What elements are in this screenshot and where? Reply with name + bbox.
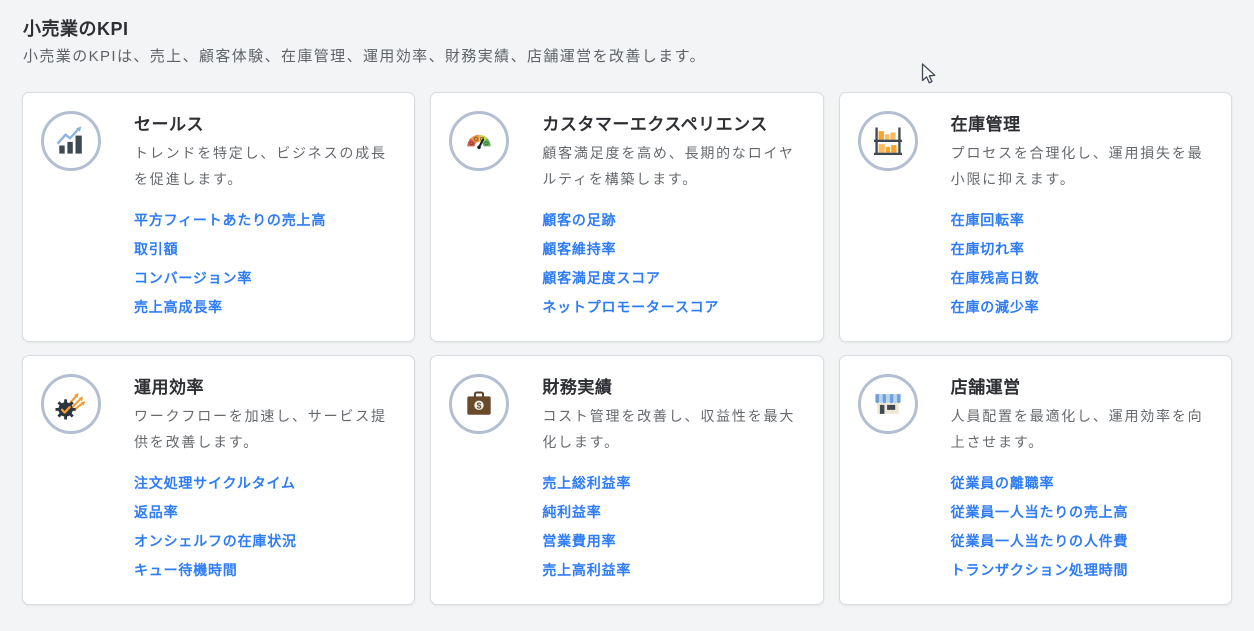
- kpi-card-grid: セールス トレンドを特定し、ビジネスの成長を促進します。 平方フィートあたりの売…: [22, 92, 1232, 605]
- page-title: 小売業のKPI: [23, 18, 1230, 40]
- kpi-link[interactable]: 顧客の足跡: [542, 213, 804, 227]
- kpi-link[interactable]: 取引額: [134, 242, 396, 256]
- card-content: 財務実績 コスト管理を改善し、収益性を最大化します。 売上総利益率純利益率営業費…: [542, 374, 804, 592]
- card-content: 店舗運営 人員配置を最適化し、運用効率を向上させます。 従業員の離職率従業員一人…: [951, 374, 1213, 592]
- kpi-link[interactable]: 注文処理サイクルタイム: [134, 476, 396, 490]
- mouse-cursor: [921, 63, 939, 90]
- kpi-link[interactable]: 売上高利益率: [542, 563, 804, 577]
- card-description: トレンドを特定し、ビジネスの成長を促進します。: [134, 140, 392, 192]
- kpi-link-list: 平方フィートあたりの売上高取引額コンバージョン率売上高成長率: [134, 213, 396, 314]
- card-description: 顧客満足度を高め、長期的なロイヤルティを構築します。: [542, 140, 800, 192]
- kpi-link-list: 顧客の足跡顧客維持率顧客満足度スコアネットプロモータースコア: [542, 213, 804, 314]
- card-title: 運用効率: [134, 376, 396, 400]
- kpi-link[interactable]: 営業費用率: [542, 534, 804, 548]
- card-content: 運用効率 ワークフローを加速し、サービス提供を改善します。 注文処理サイクルタイ…: [134, 374, 396, 592]
- kpi-link-list: 在庫回転率在庫切れ率在庫残高日数在庫の減少率: [951, 213, 1213, 314]
- kpi-link[interactable]: 平方フィートあたりの売上高: [134, 213, 396, 227]
- bar-chart-growth-icon: [53, 123, 89, 159]
- satisfaction-gauge-icon: [461, 123, 497, 159]
- kpi-link[interactable]: 従業員一人当たりの人件費: [951, 534, 1213, 548]
- card-description: コスト管理を改善し、収益性を最大化します。: [542, 403, 800, 455]
- card-title: 財務実績: [542, 376, 804, 400]
- card-description: プロセスを合理化し、運用損失を最小限に抑えます。: [951, 140, 1209, 192]
- kpi-link[interactable]: 売上総利益率: [542, 476, 804, 490]
- briefcase-dollar-icon: $: [461, 386, 497, 422]
- kpi-card: 店舗運営 人員配置を最適化し、運用効率を向上させます。 従業員の離職率従業員一人…: [839, 355, 1232, 605]
- storefront-icon: [870, 386, 906, 422]
- kpi-link[interactable]: オンシェルフの在庫状況: [134, 534, 396, 548]
- kpi-link[interactable]: 在庫切れ率: [951, 242, 1213, 256]
- kpi-link[interactable]: 在庫の減少率: [951, 300, 1213, 314]
- kpi-link[interactable]: 在庫残高日数: [951, 271, 1213, 285]
- gear-check-arrows-icon: [53, 386, 89, 422]
- kpi-card: 運用効率 ワークフローを加速し、サービス提供を改善します。 注文処理サイクルタイ…: [22, 355, 415, 605]
- card-content: 在庫管理 プロセスを合理化し、運用損失を最小限に抑えます。 在庫回転率在庫切れ率…: [951, 111, 1213, 329]
- icon-circle: [41, 111, 101, 171]
- icon-circle: [858, 374, 918, 434]
- kpi-link[interactable]: 純利益率: [542, 505, 804, 519]
- kpi-link[interactable]: 在庫回転率: [951, 213, 1213, 227]
- inventory-shelf-icon: [870, 123, 906, 159]
- card-title: 在庫管理: [951, 113, 1213, 137]
- kpi-link[interactable]: トランザクション処理時間: [951, 563, 1213, 577]
- kpi-link[interactable]: 売上高成長率: [134, 300, 396, 314]
- card-title: 店舗運営: [951, 376, 1213, 400]
- kpi-card: 在庫管理 プロセスを合理化し、運用損失を最小限に抑えます。 在庫回転率在庫切れ率…: [839, 92, 1232, 342]
- svg-text:$: $: [477, 401, 482, 411]
- icon-circle: $: [449, 374, 509, 434]
- kpi-link[interactable]: 従業員一人当たりの売上高: [951, 505, 1213, 519]
- kpi-card: セールス トレンドを特定し、ビジネスの成長を促進します。 平方フィートあたりの売…: [22, 92, 415, 342]
- kpi-link[interactable]: 顧客維持率: [542, 242, 804, 256]
- icon-circle: [858, 111, 918, 171]
- kpi-link-list: 注文処理サイクルタイム返品率オンシェルフの在庫状況キュー待機時間: [134, 476, 396, 577]
- page-subtitle: 小売業のKPIは、売上、顧客体験、在庫管理、運用効率、財務実績、店舗運営を改善し…: [23, 48, 1230, 66]
- kpi-link[interactable]: 返品率: [134, 505, 396, 519]
- kpi-link[interactable]: コンバージョン率: [134, 271, 396, 285]
- kpi-link[interactable]: キュー待機時間: [134, 563, 396, 577]
- page-header: 小売業のKPI 小売業のKPIは、売上、顧客体験、在庫管理、運用効率、財務実績、…: [0, 0, 1254, 66]
- card-description: ワークフローを加速し、サービス提供を改善します。: [134, 403, 392, 455]
- kpi-card: $ 財務実績 コスト管理を改善し、収益性を最大化します。 売上総利益率純利益率営…: [430, 355, 823, 605]
- card-description: 人員配置を最適化し、運用効率を向上させます。: [951, 403, 1209, 455]
- kpi-link-list: 従業員の離職率従業員一人当たりの売上高従業員一人当たりの人件費トランザクション処…: [951, 476, 1213, 577]
- kpi-link[interactable]: ネットプロモータースコア: [542, 300, 804, 314]
- card-title: カスタマーエクスペリエンス: [542, 113, 804, 137]
- card-title: セールス: [134, 113, 396, 137]
- icon-circle: [41, 374, 101, 434]
- card-content: セールス トレンドを特定し、ビジネスの成長を促進します。 平方フィートあたりの売…: [134, 111, 396, 329]
- kpi-link[interactable]: 従業員の離職率: [951, 476, 1213, 490]
- icon-circle: [449, 111, 509, 171]
- kpi-link[interactable]: 顧客満足度スコア: [542, 271, 804, 285]
- card-content: カスタマーエクスペリエンス 顧客満足度を高め、長期的なロイヤルティを構築します。…: [542, 111, 804, 329]
- kpi-card: カスタマーエクスペリエンス 顧客満足度を高め、長期的なロイヤルティを構築します。…: [430, 92, 823, 342]
- kpi-link-list: 売上総利益率純利益率営業費用率売上高利益率: [542, 476, 804, 577]
